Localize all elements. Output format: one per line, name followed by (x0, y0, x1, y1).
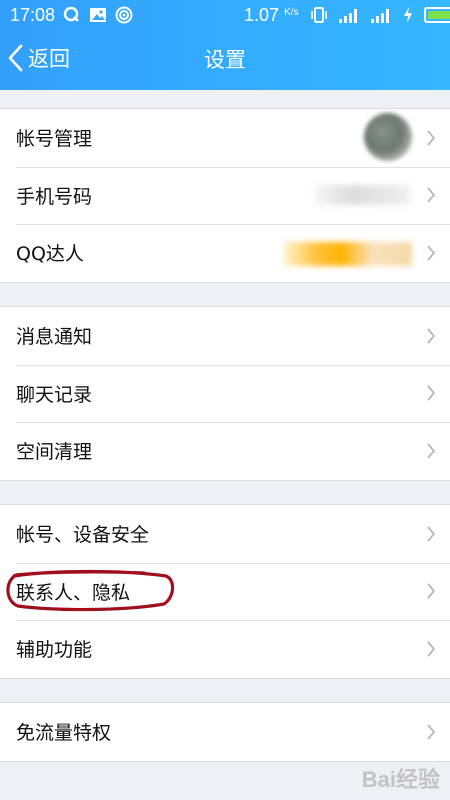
settings-item-storage-cleanup[interactable]: 空间清理 (0, 422, 450, 480)
settings-item-label: 消息通知 (16, 326, 93, 349)
settings-item-account-management[interactable]: 帐号管理 (0, 109, 450, 167)
header-bar: 17:08 1.07 K/s 返回 设置 (0, 0, 450, 90)
hotspot-icon (115, 6, 133, 24)
image-notification-icon (90, 8, 106, 22)
speed-unit: K/s (284, 7, 299, 18)
settings-item-label: 手机号码 (16, 185, 93, 208)
settings-item-label: 免流量特权 (16, 722, 112, 745)
qq-notification-icon (63, 6, 79, 22)
chevron-right-icon (427, 245, 436, 261)
settings-item-accessibility[interactable]: 辅助功能 (0, 620, 450, 678)
4g-signal-icon (339, 9, 357, 23)
chevron-right-icon (427, 526, 436, 542)
status-network-speed: 1.07 K/s (244, 5, 299, 26)
status-bar: 17:08 1.07 K/s (0, 0, 450, 32)
redacted-phone-value (315, 184, 410, 205)
settings-item-label: 帐号、设备安全 (16, 524, 150, 547)
redacted-talent-value (284, 242, 412, 266)
chevron-right-icon (427, 187, 436, 203)
vibrate-icon (311, 7, 327, 23)
settings-item-chat-history[interactable]: 聊天记录 (0, 364, 450, 423)
watermark: Bai经验 (361, 767, 440, 792)
chevron-right-icon (427, 583, 436, 599)
chevron-right-icon (427, 443, 436, 459)
chevron-right-icon (427, 130, 436, 146)
chevron-right-icon (427, 641, 436, 657)
page-title: 设置 (204, 48, 246, 72)
settings-item-free-data-privilege[interactable]: 免流量特权 (0, 703, 450, 761)
settings-item-label: 空间清理 (16, 441, 93, 464)
settings-item-message-notifications[interactable]: 消息通知 (0, 307, 450, 365)
settings-item-contacts-privacy[interactable]: 联系人、隐私 (0, 562, 450, 621)
settings-group-data-plan: 免流量特权 (0, 702, 450, 762)
battery-fill (428, 11, 450, 19)
battery-icon (424, 7, 450, 23)
settings-group-account: 帐号管理 手机号码 QQ达人 (0, 108, 450, 283)
settings-item-label: QQ达人 (16, 243, 84, 266)
signal-icon (371, 9, 389, 23)
charging-icon (404, 7, 412, 23)
status-icons-left (63, 6, 133, 24)
status-icons-right (310, 6, 450, 24)
status-time: 17:08 (10, 5, 56, 25)
chevron-right-icon (427, 328, 436, 344)
chevron-right-icon (427, 385, 436, 401)
settings-group-security: 帐号、设备安全 联系人、隐私 辅助功能 (0, 504, 450, 679)
speed-value: 1.07 (244, 5, 280, 25)
settings-item-phone-number[interactable]: 手机号码 (0, 166, 450, 225)
settings-group-messages: 消息通知 聊天记录 空间清理 (0, 306, 450, 481)
settings-item-account-device-security[interactable]: 帐号、设备安全 (0, 505, 450, 563)
settings-item-qq-talent[interactable]: QQ达人 (0, 224, 450, 282)
avatar (364, 113, 412, 161)
settings-item-label: 联系人、隐私 (16, 581, 131, 604)
chevron-right-icon (427, 724, 436, 740)
settings-item-label: 辅助功能 (16, 639, 93, 662)
settings-item-label: 聊天记录 (16, 383, 93, 406)
settings-item-label: 帐号管理 (16, 128, 93, 151)
